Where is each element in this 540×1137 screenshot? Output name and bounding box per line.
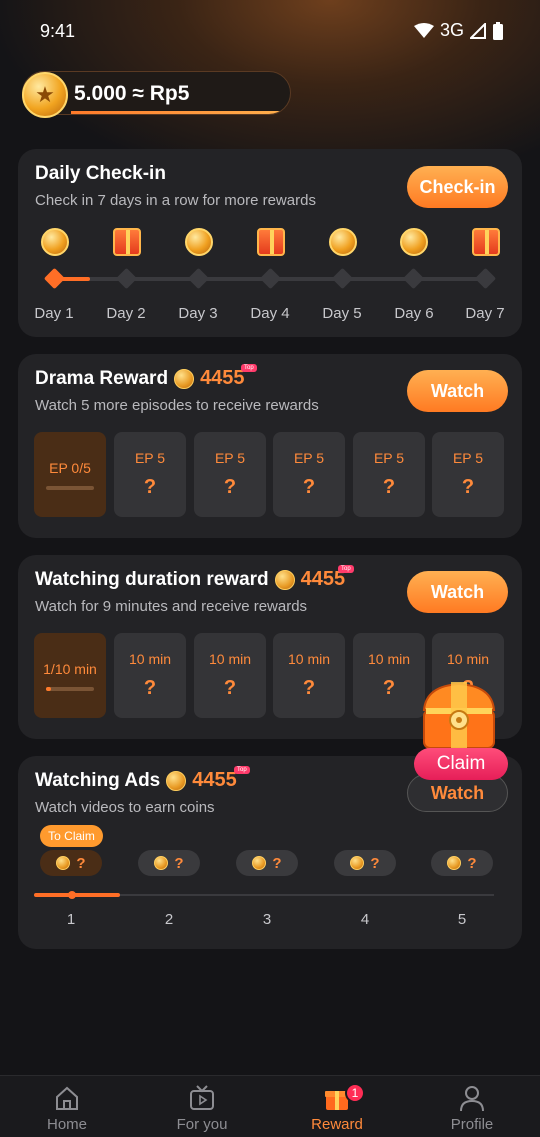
status-time: 9:41 bbox=[40, 21, 76, 41]
drama-title-row: Drama Reward 4455 bbox=[35, 367, 245, 390]
episode-tile[interactable]: EP 5? bbox=[353, 432, 425, 517]
ads-title: Watching Ads bbox=[35, 769, 161, 791]
day5-coin-icon bbox=[329, 228, 357, 256]
coin-icon bbox=[166, 770, 187, 791]
coin-icon bbox=[350, 856, 365, 870]
duration-tile[interactable]: 10 min? bbox=[353, 633, 425, 718]
ads-subtitle: Watch videos to earn coins bbox=[35, 799, 215, 816]
episode-tile[interactable]: EP 0/5 bbox=[34, 432, 106, 517]
day6-coin-icon bbox=[400, 228, 428, 256]
day-label: Day 1 bbox=[34, 305, 74, 322]
ad-reward-slot[interactable]: ? bbox=[138, 850, 200, 876]
episode-tile[interactable]: EP 5? bbox=[432, 432, 504, 517]
drama-subtitle: Watch 5 more episodes to receive rewards bbox=[35, 397, 319, 414]
duration-progress-fill bbox=[46, 686, 51, 691]
episode-progress-bar bbox=[46, 485, 94, 490]
drama-amount: 4455 bbox=[200, 367, 245, 389]
top-badge: Top bbox=[241, 364, 257, 372]
tv-icon bbox=[188, 1084, 216, 1112]
to-claim-tag: To Claim bbox=[40, 825, 103, 847]
ad-slot-number: 2 bbox=[164, 911, 174, 928]
coin-icon bbox=[274, 569, 295, 590]
episode-tile[interactable]: EP 5? bbox=[194, 432, 266, 517]
duration-watch-button[interactable]: Watch bbox=[407, 571, 508, 613]
ad-reward-slot[interactable]: ? bbox=[431, 850, 493, 876]
signal-icon bbox=[470, 22, 486, 39]
drama-watch-button[interactable]: Watch bbox=[407, 370, 508, 412]
person-icon bbox=[458, 1084, 486, 1112]
nav-reward[interactable]: Reward 1 bbox=[282, 1076, 392, 1137]
ads-amount: 4455 bbox=[192, 769, 237, 791]
day-label: Day 5 bbox=[322, 305, 362, 322]
duration-tile[interactable]: 10 min? bbox=[273, 633, 345, 718]
day-label: Day 4 bbox=[250, 305, 290, 322]
home-icon bbox=[53, 1084, 81, 1112]
status-bar: 9:41 3G bbox=[0, 0, 540, 64]
checkin-title: Daily Check-in bbox=[35, 163, 166, 184]
coin-star-icon: ★ bbox=[22, 72, 68, 118]
checkin-button[interactable]: Check-in bbox=[407, 166, 508, 208]
coin-icon bbox=[447, 856, 462, 870]
wifi-icon bbox=[413, 22, 434, 38]
ad-slot-number: 3 bbox=[262, 911, 272, 928]
ads-track-fill bbox=[34, 893, 120, 897]
duration-title: Watching duration reward bbox=[35, 568, 269, 590]
drama-title: Drama Reward bbox=[35, 367, 169, 389]
day3-coin-icon bbox=[185, 228, 213, 256]
duration-title-row: Watching duration reward 4455 bbox=[35, 568, 345, 591]
coin-icon bbox=[174, 368, 195, 389]
bottom-navigation: Home For you Reward 1 Profile bbox=[0, 1075, 540, 1137]
ad-slot-number: 1 bbox=[66, 911, 76, 928]
status-icons: 3G bbox=[413, 20, 504, 41]
nav-profile[interactable]: Profile bbox=[417, 1076, 527, 1137]
coin-balance: 5.000 ≈ Rp5 bbox=[74, 82, 190, 105]
day-label: Day 6 bbox=[394, 305, 434, 322]
day7-mystery-gift-icon bbox=[472, 228, 500, 256]
nav-label: Reward bbox=[311, 1116, 363, 1133]
nav-home[interactable]: Home bbox=[12, 1076, 122, 1137]
nav-for-you[interactable]: For you bbox=[147, 1076, 257, 1137]
duration-tile[interactable]: 10 min? bbox=[114, 633, 186, 718]
ads-progress-dot bbox=[68, 891, 76, 899]
coin-icon bbox=[56, 856, 71, 870]
ad-slot-number: 5 bbox=[457, 911, 467, 928]
ad-reward-slot[interactable]: ? bbox=[334, 850, 396, 876]
coin-icon bbox=[154, 856, 169, 870]
top-badge: Top bbox=[338, 565, 354, 573]
top-badge: Top bbox=[234, 766, 250, 774]
claim-button[interactable]: Claim bbox=[414, 748, 508, 780]
day1-coin-icon bbox=[41, 228, 69, 256]
day-label: Day 2 bbox=[106, 305, 146, 322]
ad-slot-number: 4 bbox=[360, 911, 370, 928]
duration-subtitle: Watch for 9 minutes and receive rewards bbox=[35, 598, 308, 615]
ad-reward-slot[interactable]: ? bbox=[236, 850, 298, 876]
balance-progress-bar bbox=[71, 111, 290, 114]
nav-label: For you bbox=[176, 1116, 228, 1133]
notification-badge: 1 bbox=[345, 1083, 365, 1103]
day4-gift-icon bbox=[257, 228, 285, 256]
ad-reward-slot[interactable]: ? bbox=[40, 850, 102, 876]
network-type: 3G bbox=[439, 20, 464, 40]
drama-reward-card: Drama Reward 4455 Top Watch 5 more episo… bbox=[18, 354, 522, 538]
day-label: Day 3 bbox=[178, 305, 218, 322]
checkin-subtitle: Check in 7 days in a row for more reward… bbox=[35, 192, 316, 209]
duration-tile[interactable]: 1/10 min bbox=[34, 633, 106, 718]
day2-gift-icon bbox=[113, 228, 141, 256]
coin-icon bbox=[252, 856, 267, 870]
episode-tile[interactable]: EP 5? bbox=[114, 432, 186, 517]
nav-label: Home bbox=[46, 1116, 87, 1133]
nav-label: Profile bbox=[450, 1116, 494, 1133]
day-label: Day 7 bbox=[465, 305, 505, 322]
treasure-chest-icon[interactable] bbox=[418, 680, 500, 752]
duration-progress-bar bbox=[46, 686, 94, 691]
ads-title-row: Watching Ads 4455 bbox=[35, 769, 237, 792]
episode-tile[interactable]: EP 5? bbox=[273, 432, 345, 517]
battery-icon bbox=[493, 21, 503, 40]
duration-tile[interactable]: 10 min? bbox=[194, 633, 266, 718]
